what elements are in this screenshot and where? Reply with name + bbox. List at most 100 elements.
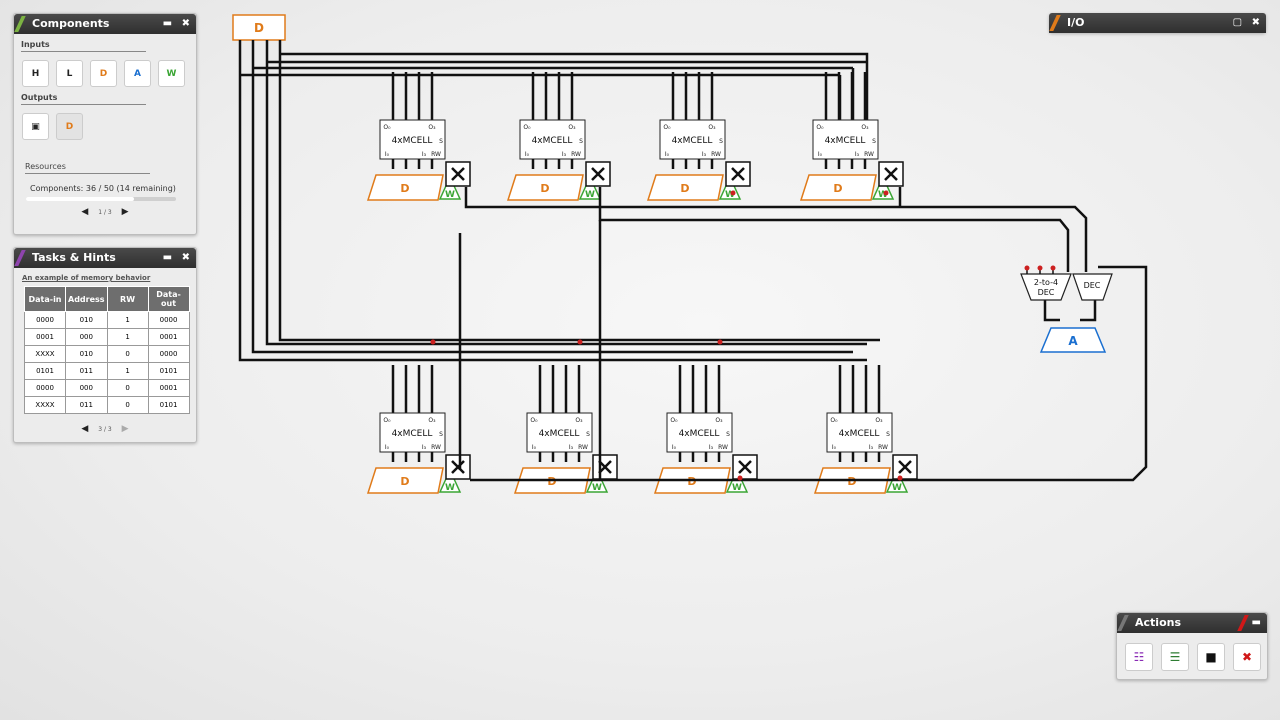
task-title: An example of memory behavior xyxy=(22,274,151,282)
close-icon[interactable]: ✖ xyxy=(1252,17,1260,28)
table-row: 0101 011 1 0101 xyxy=(24,362,190,380)
high-input[interactable]: H xyxy=(22,60,49,87)
actions-panel-header[interactable]: Actions ▬ xyxy=(1117,613,1267,633)
minimize-icon[interactable]: ▬ xyxy=(163,18,172,29)
cell-in-label: I₃ xyxy=(422,151,427,158)
wire xyxy=(240,52,869,120)
maximize-icon[interactable]: ▢ xyxy=(1233,17,1242,28)
cell-name-label: 4xMCELL xyxy=(679,429,720,439)
cell-in-label: I₀ xyxy=(385,444,390,451)
write-input[interactable]: W xyxy=(158,60,185,87)
memory-cell[interactable]: O₀ O₃4xMCELL SI₀ I₃ RWD W xyxy=(799,72,904,201)
decoder[interactable]: DEC xyxy=(1072,273,1113,301)
cell-select-label: S xyxy=(586,431,590,438)
table-cell: 000 xyxy=(65,379,108,397)
action-buttons-row: ☷ ☰ ■ ✖ xyxy=(1125,643,1267,671)
table-cell: 000 xyxy=(65,328,108,346)
data-input[interactable]: D xyxy=(90,60,117,87)
table-cell: 010 xyxy=(65,311,108,329)
memory-cell[interactable]: O₀ O₃4xMCELL SI₀ I₃ RWD W xyxy=(366,365,471,494)
hint-button[interactable]: ☷ xyxy=(1125,643,1153,671)
column-header: RW xyxy=(106,286,149,312)
prev-page-icon[interactable]: ◀ xyxy=(81,207,88,217)
io-panel: I/O ▢ ✖ xyxy=(1049,13,1266,33)
address-input[interactable]: A xyxy=(124,60,151,87)
low-input[interactable]: L xyxy=(56,60,83,87)
layout-icon: ☰ xyxy=(1169,650,1181,664)
inputs-section-label: Inputs xyxy=(21,40,50,49)
components-page-indicator: 1 / 3 xyxy=(98,209,112,216)
memory-cell[interactable]: O₀ O₃4xMCELL SI₀ I₃ RWD W xyxy=(366,72,471,201)
memory-cell[interactable]: O₀ O₃4xMCELL SI₀ I₃ RWD W xyxy=(506,72,611,201)
table-cell: 011 xyxy=(65,362,108,380)
connection-pin xyxy=(430,339,436,345)
cell-rw-label: RW xyxy=(878,444,888,451)
cell-rw-label: RW xyxy=(711,151,721,158)
table-cell: 0000 xyxy=(147,311,190,329)
table-cell: 1 xyxy=(106,362,149,380)
components-status-text: Components: 36 / 50 (14 remaining) xyxy=(30,184,176,193)
cell-out-label: O₀ xyxy=(530,417,538,424)
layout-button[interactable]: ☰ xyxy=(1161,643,1189,671)
resources-section-label: Resources xyxy=(25,162,66,171)
top-data-input[interactable]: D xyxy=(232,14,286,41)
connection-pin xyxy=(897,475,903,481)
io-panel-header[interactable]: I/O ▢ ✖ xyxy=(1049,13,1266,33)
write-icon: W xyxy=(166,68,177,79)
memory-cell[interactable]: O₀ O₃4xMCELL SI₀ I₃ RWD W xyxy=(646,72,751,201)
probe-output[interactable]: ▣ xyxy=(22,113,49,140)
table-cell: 010 xyxy=(65,345,108,363)
table-cell: 0 xyxy=(106,379,149,397)
decoder-2to4[interactable]: 2-to-4DEC xyxy=(1020,265,1072,301)
save-button[interactable]: ■ xyxy=(1197,643,1225,671)
panel-accent-stripe xyxy=(1117,615,1129,631)
prev-page-icon[interactable]: ◀ xyxy=(81,424,88,434)
cell-rw-label: RW xyxy=(431,151,441,158)
address-input[interactable]: A xyxy=(1039,327,1107,353)
memory-cell[interactable]: O₀ O₃4xMCELL SI₀ I₃ RWD W xyxy=(513,365,618,494)
cell-in-label: I₀ xyxy=(385,151,390,158)
memory-cell[interactable]: O₀ O₃4xMCELL SI₀ I₃ RWD W xyxy=(813,365,918,494)
data-input-label: D xyxy=(687,475,696,488)
cell-in-label: I₃ xyxy=(702,151,707,158)
table-header-row: Data-in Address RW Data-out xyxy=(24,286,190,312)
cell-select-label: S xyxy=(886,431,890,438)
minimize-icon[interactable]: ▬ xyxy=(1252,617,1261,628)
decoder-label: DEC xyxy=(1084,281,1101,290)
data-input-label: D xyxy=(400,182,409,195)
cell-rw-label: RW xyxy=(571,151,581,158)
cell-name-label: 4xMCELL xyxy=(839,429,880,439)
wire xyxy=(1043,300,1097,322)
components-panel-header[interactable]: Components ▬ ✖ xyxy=(14,14,196,34)
cell-rw-label: RW xyxy=(431,444,441,451)
cell-name-label: 4xMCELL xyxy=(539,429,580,439)
cell-out-label: O₀ xyxy=(830,417,838,424)
next-page-icon[interactable]: ▶ xyxy=(122,424,129,434)
table-cell: 0101 xyxy=(147,396,190,414)
cell-name-label: 4xMCELL xyxy=(392,136,433,146)
decoder-label: DEC xyxy=(1038,288,1055,297)
data-output[interactable]: D xyxy=(56,113,83,140)
cell-rw-label: RW xyxy=(718,444,728,451)
cell-rw-label: RW xyxy=(578,444,588,451)
cell-out-label: O₀ xyxy=(383,417,391,424)
cell-out-label: O₀ xyxy=(383,124,391,131)
close-icon[interactable]: ✖ xyxy=(182,18,190,29)
data-input-label: D xyxy=(680,182,689,195)
tasks-panel-header[interactable]: Tasks & Hints ▬ ✖ xyxy=(14,248,196,268)
close-icon[interactable]: ✖ xyxy=(182,252,190,263)
tasks-pager: ◀ 3 / 3 ▶ xyxy=(14,424,196,434)
write-input-label: W xyxy=(732,483,742,493)
cell-in-label: I₃ xyxy=(855,151,860,158)
reset-button[interactable]: ✖ xyxy=(1233,643,1261,671)
tasks-hints-panel: Tasks & Hints ▬ ✖ An example of memory b… xyxy=(13,247,197,443)
minimize-icon[interactable]: ▬ xyxy=(163,252,172,263)
connection-pin xyxy=(730,190,736,196)
next-page-icon[interactable]: ▶ xyxy=(122,207,129,217)
cell-out-label: O₀ xyxy=(816,124,824,131)
memory-cell[interactable]: O₀ O₃4xMCELL SI₀ I₃ RWD W xyxy=(653,365,758,494)
truth-table: Data-in Address RW Data-out 0000 010 1 0000 000… xyxy=(24,286,190,414)
table-cell: 0001 xyxy=(24,328,66,346)
cell-name-label: 4xMCELL xyxy=(825,136,866,146)
table-cell: 0001 xyxy=(147,328,190,346)
